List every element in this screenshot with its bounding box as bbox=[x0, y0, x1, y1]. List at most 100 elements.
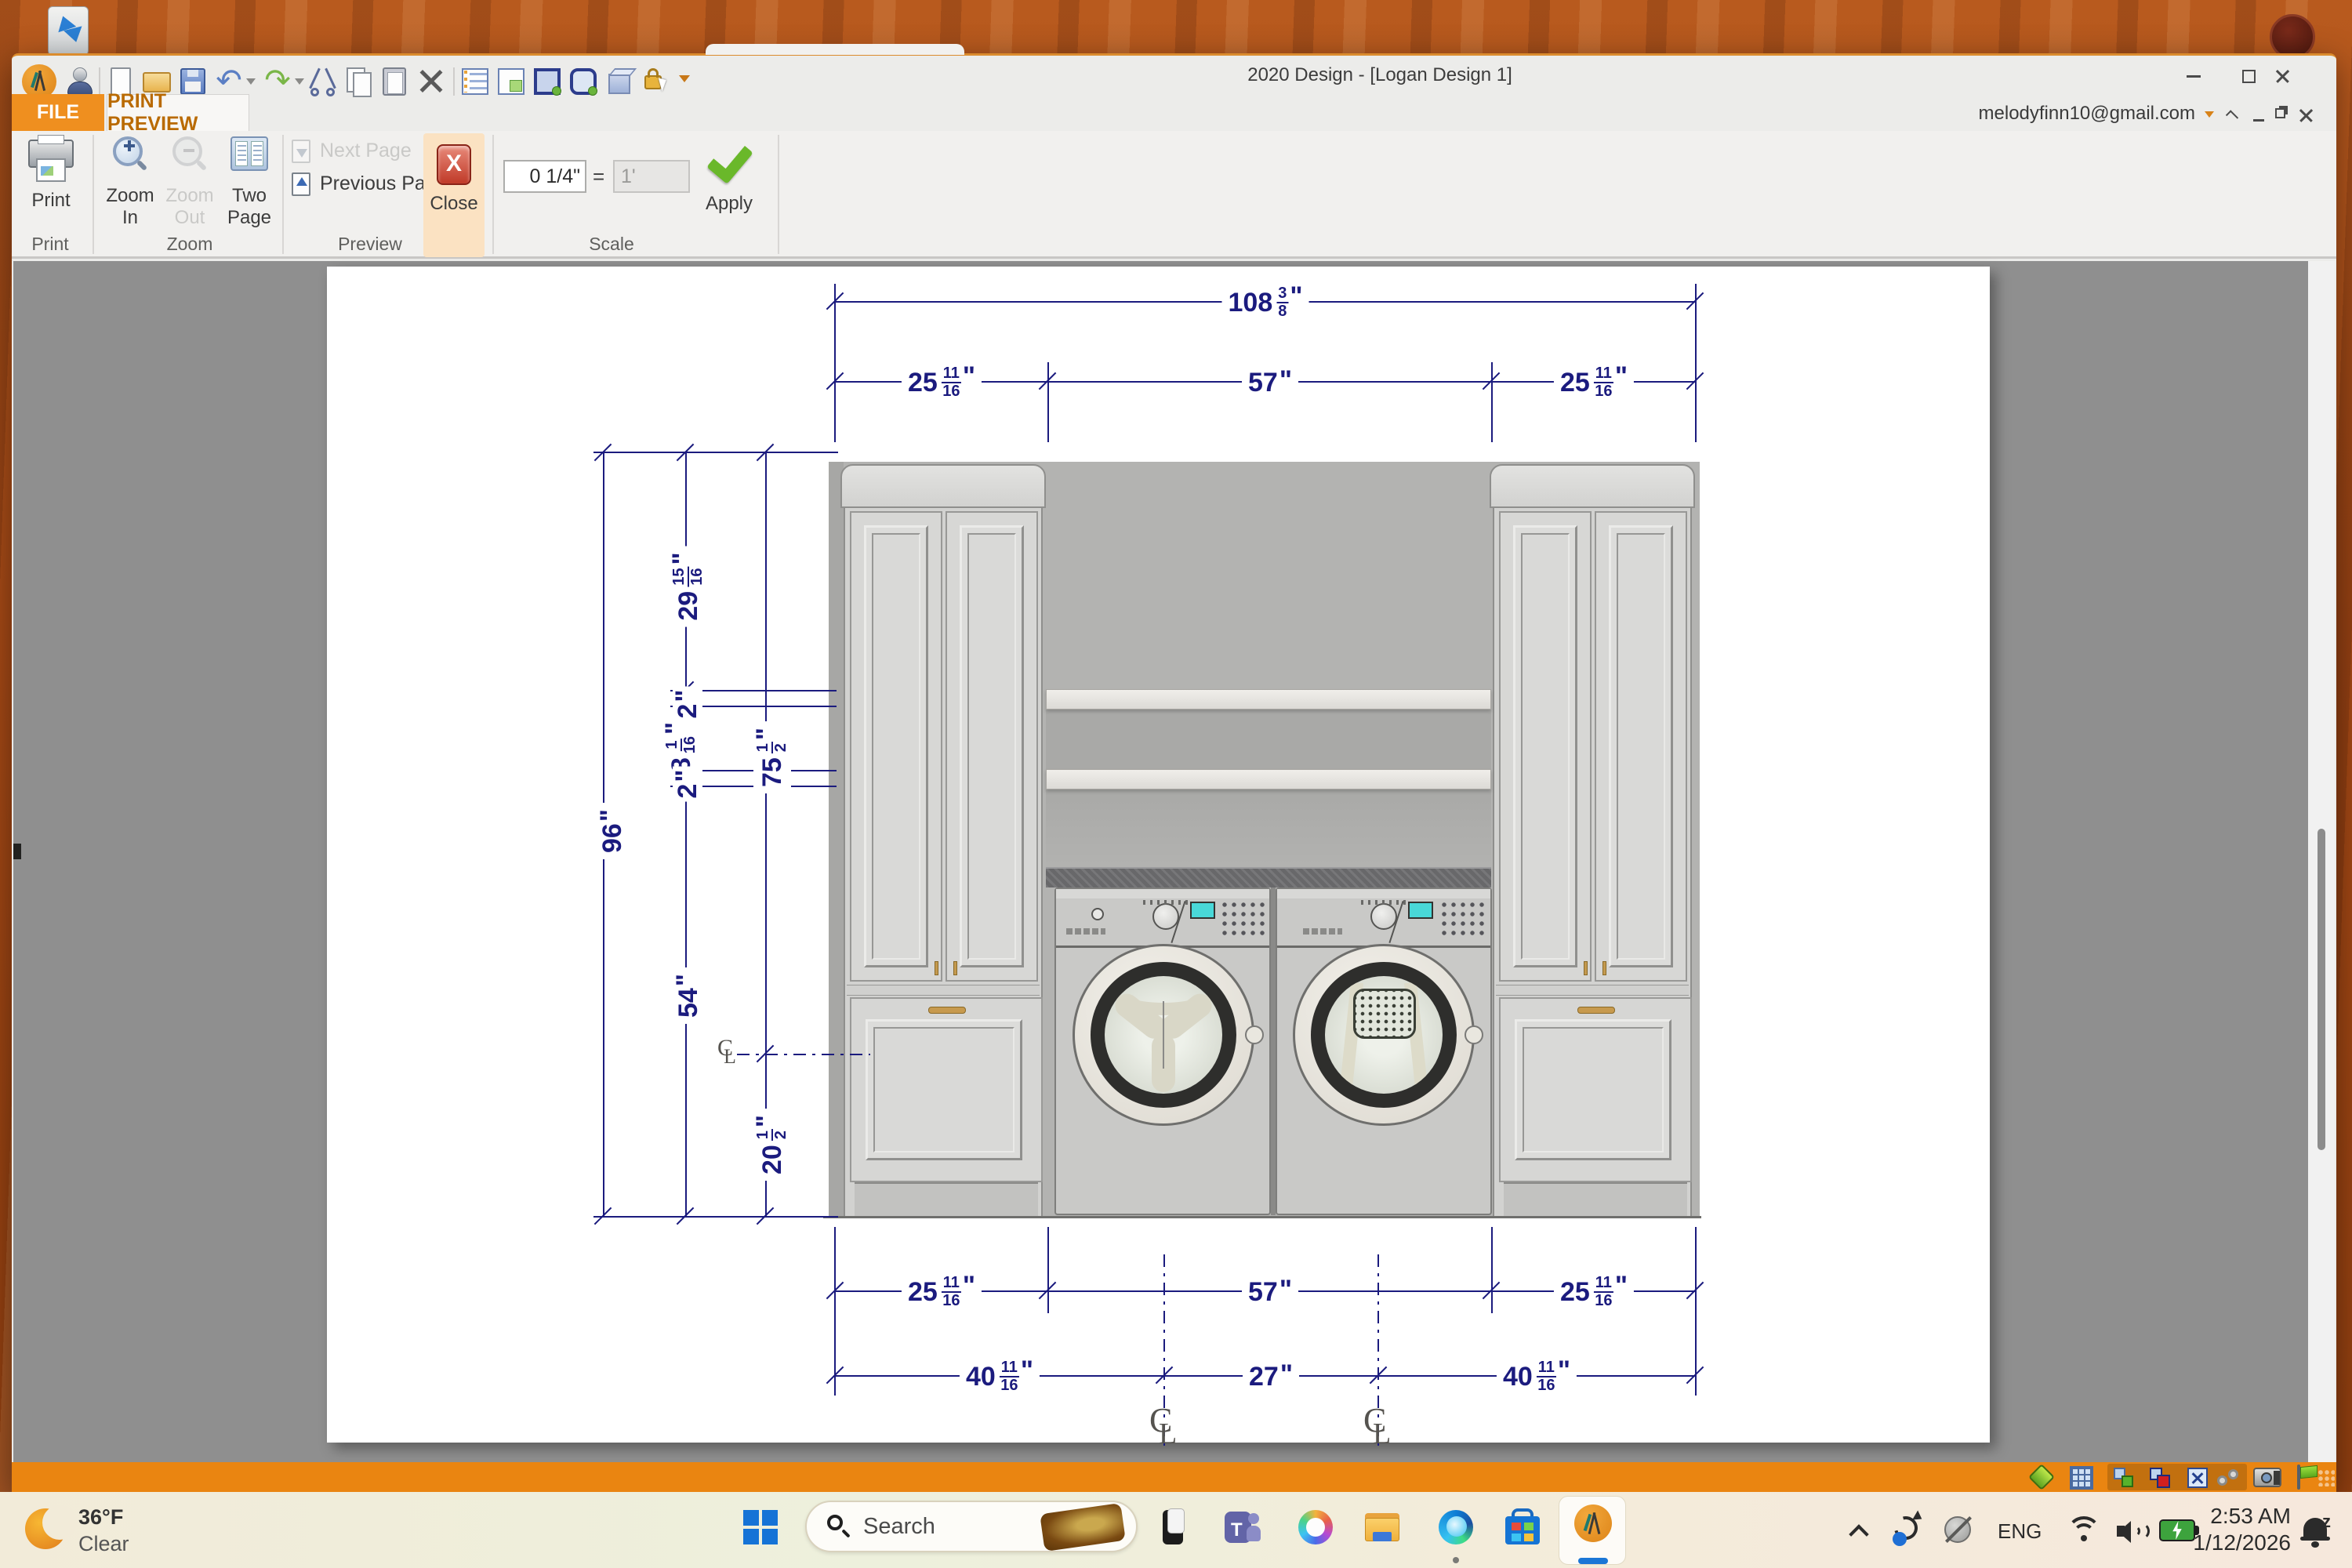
wall-under-shelf1 bbox=[1046, 710, 1491, 770]
centerline-dash bbox=[737, 1054, 870, 1055]
tab-print-preview[interactable]: PRINT PREVIEW bbox=[107, 94, 249, 131]
expand-arrows-icon[interactable] bbox=[2187, 1468, 2208, 1488]
delete-icon[interactable] bbox=[416, 66, 447, 97]
copilot-icon[interactable] bbox=[1297, 1508, 1334, 1546]
form-list-icon[interactable] bbox=[459, 66, 491, 97]
link-icon[interactable] bbox=[2217, 1468, 2241, 1488]
apply-check-icon bbox=[706, 136, 753, 184]
search-highlight-image[interactable] bbox=[1040, 1503, 1126, 1552]
account-email[interactable]: melodyfinn10@gmail.com bbox=[1842, 103, 2195, 125]
clock-widget[interactable]: 2:53 AM 1/12/2026 bbox=[2187, 1504, 2291, 1555]
wall-under-shelf2 bbox=[1046, 789, 1491, 867]
minimize-button[interactable] bbox=[2176, 63, 2212, 89]
paste-icon[interactable] bbox=[379, 66, 411, 97]
recycle-bin-icon[interactable] bbox=[43, 0, 93, 61]
two-page-right bbox=[251, 141, 263, 166]
notification-bell-icon[interactable]: z bbox=[2300, 1513, 2335, 1549]
close-icon bbox=[2275, 69, 2289, 83]
apply-button-label: Apply bbox=[690, 193, 768, 215]
dim-ext-line bbox=[593, 452, 838, 453]
zoom-in-button[interactable]: Zoom In bbox=[100, 135, 160, 234]
scissor-blade bbox=[309, 68, 321, 89]
qat-overflow-icon[interactable] bbox=[679, 75, 690, 82]
scale-value-input[interactable] bbox=[503, 160, 586, 193]
design-app-taskbar-button[interactable] bbox=[1559, 1496, 1626, 1565]
teams-icon[interactable]: T bbox=[1223, 1508, 1261, 1546]
lock-pointer-icon[interactable] bbox=[643, 66, 674, 97]
cube-3d-icon[interactable] bbox=[605, 66, 637, 97]
zoom-in-label-1: Zoom bbox=[100, 185, 160, 207]
left-hamper-handle bbox=[928, 1007, 966, 1014]
user-profile-icon[interactable] bbox=[64, 66, 96, 97]
maximize-button[interactable] bbox=[2230, 63, 2267, 89]
frame-dot bbox=[552, 86, 561, 96]
weather-widget[interactable]: 36°F Clear bbox=[20, 1501, 193, 1560]
apply-button[interactable]: Apply bbox=[690, 135, 768, 229]
weather-temp: 36°F bbox=[78, 1505, 123, 1530]
washer-lcd bbox=[1190, 902, 1215, 919]
dim-ext-line bbox=[834, 1313, 836, 1396]
print-button-label: Print bbox=[19, 190, 83, 212]
grid-icon[interactable] bbox=[2070, 1466, 2093, 1490]
redo-icon[interactable]: ↷ bbox=[262, 66, 293, 97]
globe-slash-icon[interactable] bbox=[1943, 1515, 1974, 1546]
next-page-label: Next Page bbox=[320, 140, 412, 162]
zoom-handle bbox=[136, 160, 147, 171]
clipboard-paper bbox=[387, 72, 403, 94]
washer-power-button bbox=[1091, 908, 1104, 920]
camera-icon[interactable] bbox=[2253, 1468, 2281, 1487]
lock-shackle bbox=[648, 68, 659, 78]
desktop: 2020 Design - [Logan Design 1] ↶ ↷ bbox=[0, 0, 2352, 1568]
undo-dropdown-icon[interactable] bbox=[246, 78, 256, 85]
next-page-arrow bbox=[296, 149, 307, 158]
phone-link-icon[interactable] bbox=[1156, 1508, 1194, 1546]
dim-label: 291516" bbox=[670, 546, 707, 626]
arrange-icon[interactable] bbox=[2114, 1468, 2134, 1488]
close-preview-button[interactable]: X Close bbox=[423, 133, 485, 257]
select-oval-icon[interactable] bbox=[568, 66, 599, 97]
redo-dropdown-icon[interactable] bbox=[295, 78, 304, 85]
mdi-minimize-icon[interactable] bbox=[2253, 119, 2264, 122]
form-calc-icon[interactable] bbox=[495, 66, 527, 97]
volume-icon[interactable] bbox=[2117, 1518, 2151, 1546]
oval-dot bbox=[588, 86, 597, 96]
dock-handle[interactable] bbox=[13, 844, 21, 859]
tab-file[interactable]: FILE bbox=[12, 94, 104, 131]
ms-store-icon[interactable] bbox=[1504, 1508, 1541, 1546]
print-button[interactable]: Print bbox=[19, 135, 83, 229]
edge-icon[interactable] bbox=[1437, 1508, 1475, 1546]
resize-grip[interactable] bbox=[2318, 1469, 2335, 1486]
dim-label: 2012" bbox=[753, 1109, 791, 1181]
start-button[interactable] bbox=[742, 1508, 779, 1546]
maximize-icon bbox=[2242, 70, 2256, 83]
search-box[interactable]: Search bbox=[805, 1501, 1138, 1552]
mdi-restore-icon[interactable] bbox=[2275, 108, 2285, 118]
group-separator bbox=[492, 135, 494, 254]
wifi-icon[interactable] bbox=[2067, 1516, 2104, 1548]
centerline-symbol: CL bbox=[717, 1036, 733, 1060]
dryer-door-glass bbox=[1325, 976, 1443, 1094]
sync-icon[interactable] bbox=[1891, 1513, 1924, 1546]
scrollbar-thumb[interactable] bbox=[2318, 829, 2325, 1150]
cut-icon[interactable] bbox=[307, 66, 339, 97]
file-explorer-icon[interactable] bbox=[1363, 1508, 1401, 1546]
overlap-icon[interactable] bbox=[2150, 1468, 2170, 1488]
close-window-button[interactable] bbox=[2264, 63, 2300, 89]
left-cabinet-rail bbox=[847, 985, 1040, 996]
dim-label-total-width: 10838" bbox=[1222, 284, 1309, 321]
group-separator bbox=[93, 135, 94, 254]
countertop bbox=[1046, 867, 1491, 887]
language-indicator[interactable]: ENG bbox=[1998, 1519, 2042, 1544]
dim-label: 251116" bbox=[902, 364, 982, 401]
select-frame-icon[interactable] bbox=[532, 66, 563, 97]
door-panel bbox=[1609, 525, 1673, 967]
floor-line bbox=[823, 1216, 1701, 1218]
close-preview-label: Close bbox=[423, 193, 485, 215]
account-dropdown-icon[interactable] bbox=[2205, 111, 2214, 118]
two-page-button[interactable]: Two Page bbox=[220, 135, 279, 234]
scale-equals: = bbox=[593, 165, 604, 189]
tray-time: 2:53 AM bbox=[2210, 1504, 2291, 1529]
copy-icon[interactable] bbox=[343, 66, 375, 97]
flag-icon[interactable] bbox=[2296, 1465, 2319, 1490]
active-indicator bbox=[1578, 1558, 1608, 1564]
